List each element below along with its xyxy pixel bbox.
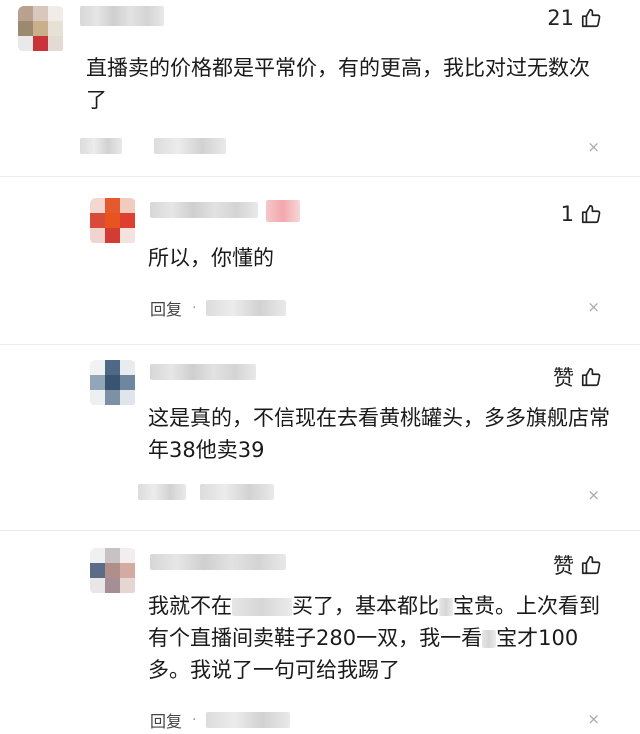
separator (0, 176, 640, 177)
comment-text: 这是真的，不信现在去看黄桃罐头，多多旗舰店常年38他卖39 (148, 406, 610, 462)
close-icon[interactable]: × (587, 486, 600, 504)
close-icon[interactable]: × (587, 138, 600, 156)
thumbs-up-icon (581, 555, 601, 575)
meta-blurred (138, 484, 274, 500)
thumbs-up-icon (581, 204, 601, 224)
like-button[interactable]: 1 (561, 202, 602, 226)
comment-4: 赞 我就不在 买了，基本都比 宝贵。上次看到有个直播间卖鞋子280一双，我一看 宝才1… (0, 538, 640, 734)
redacted-text (439, 598, 453, 616)
separator (0, 344, 640, 345)
close-icon[interactable]: × (587, 710, 600, 728)
reply-row: 回复 · (150, 708, 291, 732)
comment-text: 直播卖的价格都是平常价，有的更高，我比对过无数次了 (86, 56, 590, 112)
username-blurred[interactable] (80, 6, 164, 26)
badge-blurred (266, 200, 300, 222)
close-icon[interactable]: × (587, 298, 600, 316)
avatar[interactable] (18, 6, 64, 52)
like-button[interactable]: 赞 (553, 550, 602, 580)
meta-blurred (206, 712, 291, 728)
meta-blurred (80, 138, 226, 154)
separator (0, 530, 640, 531)
avatar[interactable] (90, 360, 136, 406)
like-label: 赞 (553, 366, 574, 390)
thumbs-up-icon (581, 367, 601, 387)
reply-button[interactable]: 回复 (150, 296, 182, 320)
like-count: 1 (560, 202, 574, 226)
comment-text: 所以，你懂的 (148, 246, 274, 270)
like-label: 赞 (553, 554, 574, 578)
username-blurred[interactable] (150, 364, 256, 380)
avatar[interactable] (90, 198, 136, 244)
username-blurred[interactable] (150, 202, 258, 218)
comment-2: 1 所以，你懂的 回复 · × (0, 190, 640, 340)
thumbs-up-icon (581, 8, 601, 28)
reply-button[interactable]: 回复 (150, 708, 182, 732)
comment-1: 21 直播卖的价格都是平常价，有的更高，我比对过无数次了 × (0, 0, 640, 170)
like-count: 21 (547, 6, 574, 30)
username-blurred[interactable] (150, 554, 286, 570)
redacted-text (232, 598, 292, 616)
comment-text: 我就不在 买了，基本都比 宝贵。上次看到有个直播间卖鞋子280一双，我一看 宝才100… (148, 594, 600, 682)
reply-row: 回复 · (150, 296, 287, 320)
redacted-text (482, 630, 497, 648)
like-button[interactable]: 21 (547, 6, 602, 30)
like-button[interactable]: 赞 (553, 362, 602, 392)
avatar[interactable] (90, 548, 136, 594)
meta-blurred (206, 300, 287, 316)
comment-3: 赞 这是真的，不信现在去看黄桃罐头，多多旗舰店常年38他卖39 × (0, 350, 640, 520)
